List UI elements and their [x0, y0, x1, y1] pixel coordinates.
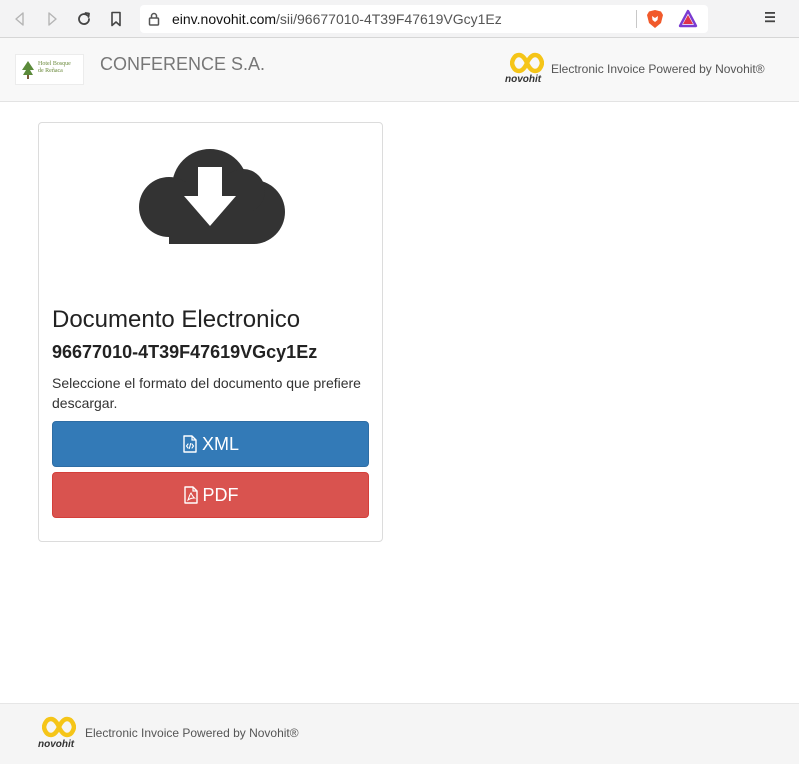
back-icon[interactable]	[9, 8, 31, 30]
hotel-logo[interactable]: Hotel Bosque de Reñaca	[15, 54, 84, 85]
cloud-download-icon	[135, 135, 285, 252]
footer-powered-by: Electronic Invoice Powered by Novohit®	[85, 726, 299, 740]
company-name: CONFERENCE S.A.	[100, 54, 266, 74]
novohit-wordmark: novohit	[505, 74, 542, 85]
novohit-logo[interactable]: novohit	[505, 52, 549, 88]
forward-icon[interactable]	[41, 8, 63, 30]
novohit-infinity-icon	[510, 52, 544, 74]
menu-icon[interactable]	[764, 9, 776, 30]
pdf-button-label: PDF	[202, 484, 239, 505]
novohit-wordmark: novohit	[38, 739, 75, 750]
brave-shields-icon[interactable]	[646, 9, 664, 34]
reload-icon[interactable]	[73, 8, 95, 30]
bookmark-icon[interactable]	[105, 8, 127, 30]
document-id: 96677010-4T39F47619VGcy1Ez	[52, 342, 318, 362]
address-bar[interactable]: einv.novohit.com/sii/96677010-4T39F47619…	[140, 5, 708, 33]
xml-download-button[interactable]: XML	[52, 421, 369, 467]
address-bar-divider	[636, 10, 637, 28]
document-title: Documento Electronico	[52, 306, 301, 333]
xml-button-label: XML	[201, 433, 239, 454]
novohit-infinity-icon	[42, 716, 76, 738]
tree-icon	[20, 60, 36, 85]
lock-icon[interactable]	[148, 12, 160, 31]
browser-toolbar: einv.novohit.com/sii/96677010-4T39F47619…	[0, 0, 799, 38]
header-powered-by: Electronic Invoice Powered by Novohit®	[551, 62, 765, 76]
hotel-logo-text: Hotel Bosque de Reñaca	[38, 61, 71, 74]
site-footer: novohit Electronic Invoice Powered by No…	[0, 703, 799, 764]
brave-rewards-icon[interactable]	[678, 9, 698, 34]
pdf-download-button[interactable]: PDF	[52, 472, 369, 518]
document-card: Documento Electronico 96677010-4T39F4761…	[38, 122, 383, 542]
footer-novohit-logo[interactable]: novohit	[38, 716, 82, 752]
file-pdf-icon	[183, 486, 199, 504]
document-instructions: Seleccione el formato del documento que …	[52, 375, 361, 411]
url-text[interactable]: einv.novohit.com/sii/96677010-4T39F47619…	[172, 11, 502, 27]
file-code-icon	[182, 435, 198, 453]
site-header: Hotel Bosque de Reñaca CONFERENCE S.A. no…	[0, 38, 799, 102]
